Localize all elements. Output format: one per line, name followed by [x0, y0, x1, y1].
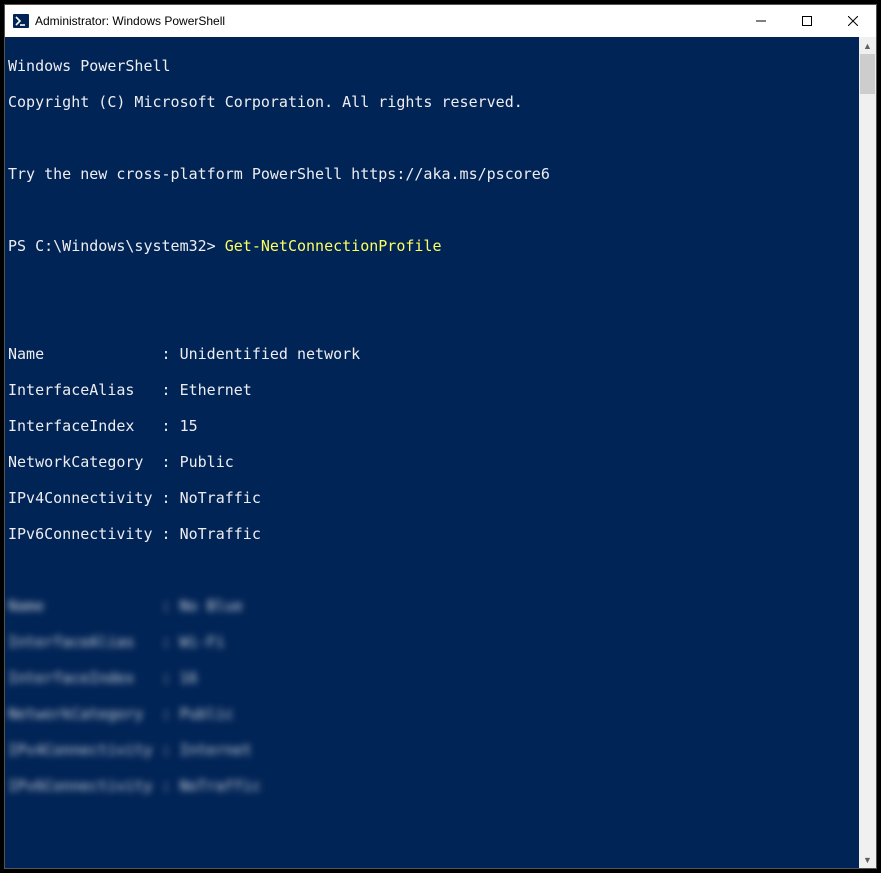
header-line: Windows PowerShell	[8, 57, 859, 75]
scroll-up-arrow-icon[interactable]: ▲	[859, 37, 876, 54]
vertical-scrollbar[interactable]: ▲ ▼	[859, 37, 876, 868]
redacted-row: InterfaceAlias : Wi-Fi	[8, 633, 859, 651]
close-button[interactable]	[830, 5, 876, 37]
prompt-line: PS C:\Windows\system32> Get-NetConnectio…	[8, 237, 859, 255]
client-area: Windows PowerShell Copyright (C) Microso…	[5, 37, 876, 868]
powershell-icon	[13, 13, 29, 29]
redacted-row: IPv6Connectivity : NoTraffic	[8, 777, 859, 795]
terminal-output[interactable]: Windows PowerShell Copyright (C) Microso…	[5, 37, 859, 868]
try-powershell-line: Try the new cross-platform PowerShell ht…	[8, 165, 859, 183]
redacted-row: NetworkCategory : Public	[8, 705, 859, 723]
titlebar[interactable]: Administrator: Windows PowerShell	[5, 5, 876, 37]
output-row: IPv4Connectivity : NoTraffic	[8, 489, 859, 507]
scroll-down-arrow-icon[interactable]: ▼	[859, 851, 876, 868]
window-title: Administrator: Windows PowerShell	[35, 14, 225, 28]
command-text: Get-NetConnectionProfile	[225, 237, 442, 255]
minimize-button[interactable]	[738, 5, 784, 37]
output-row: InterfaceIndex : 15	[8, 417, 859, 435]
output-row: Name : Unidentified network	[8, 345, 859, 363]
output-row: NetworkCategory : Public	[8, 453, 859, 471]
redacted-row: InterfaceIndex : 16	[8, 669, 859, 687]
redacted-row: Name : No Blue	[8, 597, 859, 615]
powershell-window: Administrator: Windows PowerShell Window…	[4, 4, 877, 869]
copyright-line: Copyright (C) Microsoft Corporation. All…	[8, 93, 859, 111]
output-row: IPv6Connectivity : NoTraffic	[8, 525, 859, 543]
scroll-thumb[interactable]	[860, 54, 875, 94]
window-controls	[738, 5, 876, 37]
redacted-row: IPv4Connectivity : Internet	[8, 741, 859, 759]
maximize-button[interactable]	[784, 5, 830, 37]
output-row: InterfaceAlias : Ethernet	[8, 381, 859, 399]
